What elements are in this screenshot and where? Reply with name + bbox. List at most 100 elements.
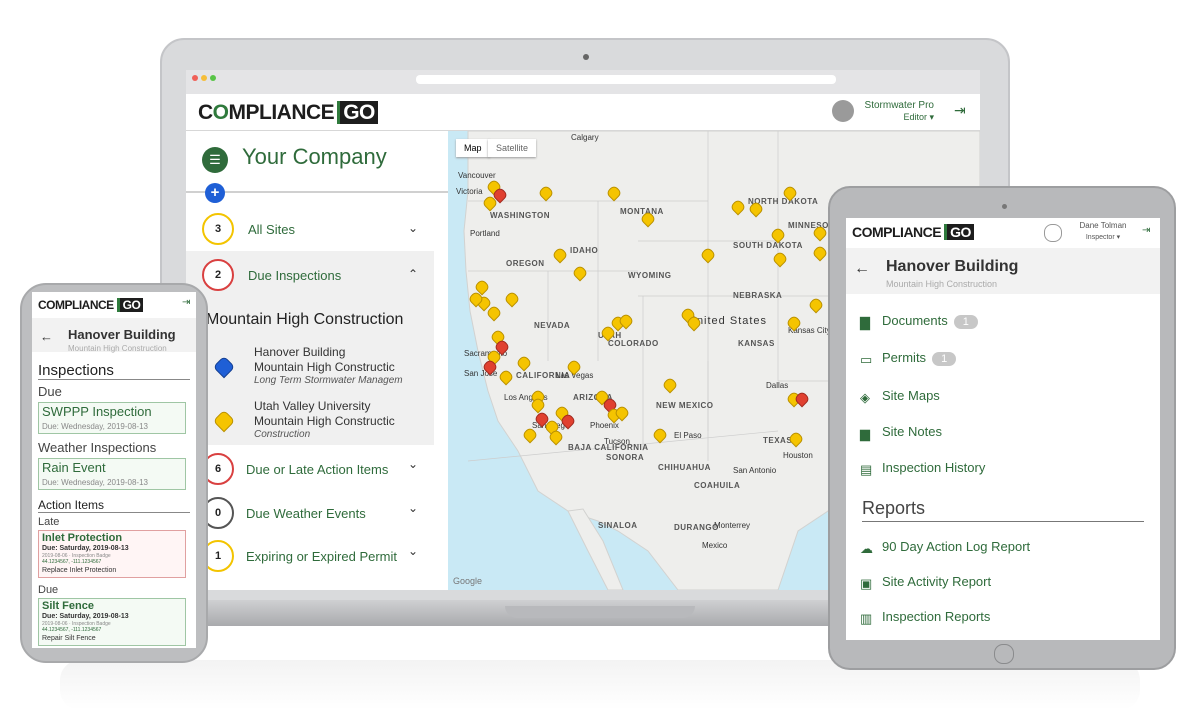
city-label: Tucson	[604, 437, 630, 446]
avatar[interactable]	[1044, 224, 1062, 242]
documents-link[interactable]: ▇ Documents 1	[860, 313, 978, 333]
sidebar-item-permits[interactable]: 1 Expiring or Expired Permit ⌄	[186, 536, 434, 576]
state-label: WYOMING	[628, 271, 672, 280]
card-date: Due: Wednesday, 2019-08-13	[42, 422, 148, 431]
card-date: Due: Wednesday, 2019-08-13	[42, 478, 148, 487]
home-button[interactable]	[994, 644, 1014, 664]
close-dot-icon[interactable]	[192, 75, 198, 81]
city-label: Monterrey	[714, 521, 751, 530]
report-link[interactable]: ▣ Site Activity Report	[860, 574, 991, 594]
app-header: COMPLIANCE GO Stormwater Pro Editor ▾ ⇥	[186, 94, 980, 132]
zoom-dot-icon[interactable]	[210, 75, 216, 81]
map-tab[interactable]: Map	[456, 139, 490, 157]
site-notes-link[interactable]: ▆ Site Notes	[860, 424, 942, 444]
compliance-go-logo: COMPLIANCE GO	[852, 224, 974, 240]
card-coords: 44.1234567, -111.1234567	[42, 559, 102, 565]
chevron-down-icon: ⌄	[408, 221, 419, 235]
card-coords: 44.1234567, -111.1234567	[42, 627, 102, 633]
user-name[interactable]: Dane Tolman	[1072, 221, 1134, 230]
google-attribution: Google	[453, 576, 483, 586]
inspection-card[interactable]: SWPPP Inspection Due: Wednesday, 2019-08…	[38, 402, 186, 434]
group-label: Late	[38, 516, 60, 528]
state-label: NEBRASKA	[733, 291, 783, 300]
state-label: WASHINGTON	[490, 211, 550, 220]
state-label: MONTANA	[620, 207, 664, 216]
state-label: NEW MEXICO	[656, 401, 714, 410]
card-title: Inlet Protection	[42, 532, 123, 544]
minimize-dot-icon[interactable]	[201, 75, 207, 81]
phone-screen: COMPLIANCE GO ⇥ ← Hanover Building Mounta…	[32, 292, 196, 648]
sidebar-item-due-inspections[interactable]: 2 Due Inspections ⌃	[186, 255, 434, 295]
site-name: Hanover Building	[254, 345, 346, 359]
city-label: Vancouver	[458, 171, 496, 180]
count-badge: 3	[202, 213, 234, 245]
back-arrow-icon[interactable]: ←	[40, 329, 53, 344]
count-pill: 1	[932, 352, 957, 366]
chevron-down-icon: ⌄	[408, 501, 419, 515]
group-label: Due	[38, 384, 62, 399]
list-icon[interactable]: ☰	[202, 147, 228, 173]
state-label: DURANGO	[674, 523, 719, 532]
permits-link[interactable]: ▭ Permits 1	[860, 350, 957, 370]
report-link[interactable]: ☁ 90 Day Action Log Report	[860, 539, 1030, 559]
sidebar-item-label: Expiring or Expired Permit	[246, 549, 397, 564]
site-company: Mountain High Constructic	[254, 360, 395, 374]
state-label: NEVADA	[534, 321, 571, 330]
satellite-tab[interactable]: Satellite	[488, 139, 537, 157]
inspection-card[interactable]: Rain Event Due: Wednesday, 2019-08-13	[38, 458, 186, 490]
address-bar[interactable]	[416, 75, 836, 84]
state-label: SONORA	[606, 453, 645, 462]
compliance-go-logo: COMPLIANCE GO	[38, 298, 144, 312]
user-role[interactable]: Inspector ▾	[1072, 233, 1134, 241]
sidebar: ☰ Your Company + 3 All Sites ⌄ 2 Due Ins…	[186, 131, 448, 590]
chevron-down-icon: ⌄	[408, 457, 419, 471]
user-name[interactable]: Stormwater Pro	[858, 100, 934, 111]
back-arrow-icon[interactable]: ←	[854, 260, 870, 278]
compliance-go-logo[interactable]: COMPLIANCE GO	[198, 101, 378, 125]
site-company: Mountain High Constructic	[254, 414, 395, 428]
site-list-item[interactable]: Utah Valley University Mountain High Con…	[186, 395, 434, 445]
add-button[interactable]: +	[205, 183, 225, 203]
briefcase-icon: ▭	[860, 352, 873, 367]
city-label: Victoria	[456, 187, 483, 196]
clipboard-icon: ▥	[860, 611, 873, 626]
group-title: Mountain High Construction	[206, 311, 404, 328]
sidebar-item-all-sites[interactable]: 3 All Sites ⌄	[186, 209, 434, 249]
action-item-card[interactable]: Inlet Protection Due: Saturday, 2019-08-…	[38, 530, 186, 578]
inspection-history-link[interactable]: ▤ Inspection History	[860, 460, 985, 480]
card-action: Repair Silt Fence	[42, 635, 96, 642]
city-label: Portland	[470, 229, 500, 238]
user-role[interactable]: Editor ▾	[858, 112, 934, 123]
report-link[interactable]: ▥ Inspection Reports	[860, 609, 990, 629]
logout-icon[interactable]: ⇥	[1142, 225, 1150, 236]
logout-icon[interactable]: ⇥	[954, 102, 966, 119]
action-item-card[interactable]: Silt Fence Due: Saturday, 2019-08-13 201…	[38, 598, 186, 646]
state-label: TEXAS	[763, 436, 793, 445]
sidebar-item-label: Due or Late Action Items	[246, 462, 389, 477]
layers-icon: ◈	[860, 390, 870, 405]
site-list-item[interactable]: Hanover Building Mountain High Construct…	[186, 341, 434, 391]
company-title: Your Company	[242, 144, 387, 169]
state-label: CHIHUAHUA	[658, 463, 711, 472]
group-label: Weather Inspections	[38, 440, 157, 455]
cloud-download-icon: ☁	[860, 541, 873, 556]
page-title: Hanover Building	[886, 258, 1019, 275]
card-title: Rain Event	[42, 460, 106, 475]
chevron-down-icon: ⌄	[408, 544, 419, 558]
logout-icon[interactable]: ⇥	[182, 297, 190, 308]
card-action: Replace Inlet Protection	[42, 567, 117, 574]
sidebar-item-weather-events[interactable]: 0 Due Weather Events ⌄	[186, 493, 434, 533]
card-title: SWPPP Inspection	[42, 404, 152, 419]
city-label: Calgary	[571, 133, 599, 142]
city-label: San Antonio	[733, 466, 777, 475]
city-label: El Paso	[674, 431, 702, 440]
avatar[interactable]	[832, 100, 854, 122]
page-title: Hanover Building	[68, 327, 176, 342]
site-maps-link[interactable]: ◈ Site Maps	[860, 388, 940, 408]
state-label: COLORADO	[608, 339, 659, 348]
reports-heading: Reports	[862, 498, 1144, 522]
card-date: Due: Saturday, 2019-08-13	[42, 613, 129, 620]
camera-dot	[1002, 204, 1007, 209]
sidebar-item-action-items[interactable]: 6 Due or Late Action Items ⌄	[186, 449, 434, 489]
map-pin-icon	[212, 355, 236, 379]
